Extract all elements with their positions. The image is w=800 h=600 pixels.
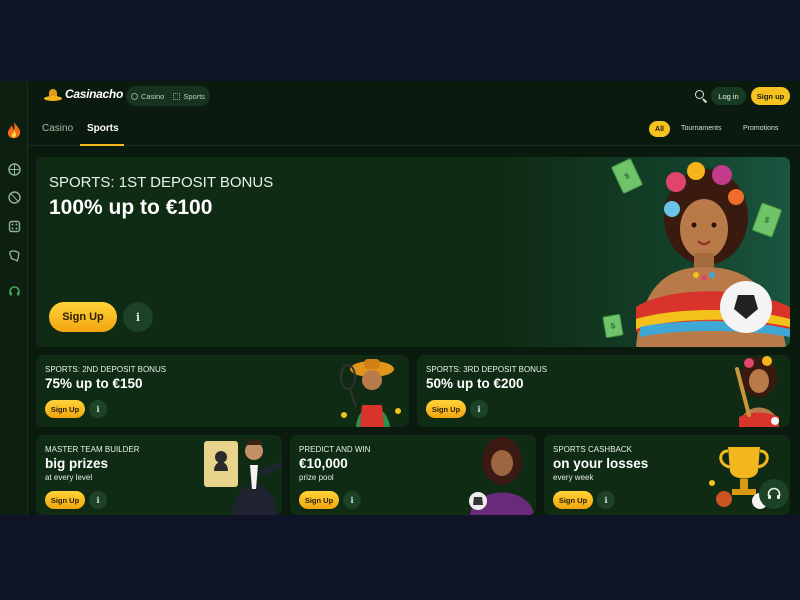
support-headset-icon[interactable] <box>4 281 24 301</box>
promo-card-cashback[interactable]: SPORTS CASHBACK on your losses every wee… <box>544 435 790 515</box>
basketball-icon[interactable] <box>4 187 24 207</box>
promo-headline: big prizes <box>45 456 109 471</box>
promo-kicker: PREDICT AND WIN <box>299 445 371 454</box>
promo-signup-button[interactable]: Sign Up <box>45 491 85 509</box>
promo-subline: at every level <box>45 473 93 482</box>
promo-info-button[interactable]: i <box>470 400 488 418</box>
promo-kicker: MASTER TEAM BUILDER <box>45 445 140 454</box>
tab-sports[interactable]: Sports <box>87 123 119 134</box>
section-tabs: Casino Sports All Tournaments Promotions <box>28 111 800 146</box>
promo-headline: 75% up to €150 <box>45 376 143 391</box>
hero-signup-button[interactable]: Sign Up <box>49 302 117 332</box>
hero-info-button[interactable]: i <box>123 302 153 332</box>
sombrero-icon <box>44 87 62 101</box>
promo-card-2nd-deposit[interactable]: SPORTS: 2ND DEPOSIT BONUS 75% up to €150… <box>36 355 409 427</box>
switch-sports[interactable]: Sports <box>173 92 205 101</box>
dice-icon[interactable] <box>4 216 24 236</box>
flame-icon[interactable] <box>4 121 24 141</box>
hero-headline: 100% up to €100 <box>49 196 213 219</box>
search-icon[interactable] <box>695 90 708 103</box>
promo-headline: on your losses <box>553 456 649 471</box>
support-chat-button[interactable] <box>759 479 789 509</box>
baseball-character-art <box>735 356 779 427</box>
promo-info-button[interactable]: i <box>343 491 361 509</box>
filter-all[interactable]: All <box>649 121 670 137</box>
promo-subline: prize pool <box>299 473 334 482</box>
promo-headline: 50% up to €200 <box>426 376 524 391</box>
brand-logo[interactable]: Casinacho <box>44 87 123 101</box>
brand-name: Casinacho <box>65 87 123 101</box>
promo-signup-button[interactable]: Sign Up <box>45 400 85 418</box>
tennis-character-art <box>340 359 401 427</box>
promo-headline: €10,000 <box>299 456 348 471</box>
product-switcher: Casino Sports <box>126 86 211 106</box>
promo-signup-button[interactable]: Sign Up <box>299 491 339 509</box>
manager-character-art <box>204 439 282 515</box>
left-rail: ☰ <box>0 81 28 515</box>
hero-banner[interactable]: SPORTS: 1ST DEPOSIT BONUS 100% up to €10… <box>36 157 790 347</box>
promo-info-button[interactable]: i <box>89 491 107 509</box>
menu-icon[interactable]: ☰ <box>3 81 23 85</box>
tab-casino[interactable]: Casino <box>42 123 73 134</box>
promo-card-team-builder[interactable]: MASTER TEAM BUILDER big prizes at every … <box>36 435 282 515</box>
promo-info-button[interactable]: i <box>89 400 107 418</box>
promo-kicker: SPORTS: 3RD DEPOSIT BONUS <box>426 365 548 374</box>
filter-promotions[interactable]: Promotions <box>743 125 778 132</box>
hero-kicker: SPORTS: 1ST DEPOSIT BONUS <box>49 174 274 191</box>
chip-icon <box>131 92 138 100</box>
signup-button[interactable]: Sign up <box>751 87 790 105</box>
switch-casino[interactable]: Casino <box>131 92 164 101</box>
hero-illustration <box>596 157 790 347</box>
promo-card-predict-win[interactable]: PREDICT AND WIN €10,000 prize pool Sign … <box>290 435 536 515</box>
promo-kicker: SPORTS CASHBACK <box>553 445 632 454</box>
predictor-character-art <box>469 437 534 515</box>
promo-card-3rd-deposit[interactable]: SPORTS: 3RD DEPOSIT BONUS 50% up to €200… <box>417 355 790 427</box>
switch-sports-label: Sports <box>183 91 206 101</box>
switch-casino-label: Casino <box>141 91 165 101</box>
soccer-icon[interactable] <box>4 159 24 179</box>
promo-info-button[interactable]: i <box>597 491 615 509</box>
top-bar: Casinacho Casino Sports Log in Sign up <box>28 81 800 111</box>
woman-character-art <box>636 162 790 347</box>
headset-icon <box>767 487 781 499</box>
promo-signup-button[interactable]: Sign Up <box>426 400 466 418</box>
sports-grid-icon <box>173 92 181 100</box>
active-tab-indicator <box>80 144 124 146</box>
promo-kicker: SPORTS: 2ND DEPOSIT BONUS <box>45 365 167 374</box>
map-icon[interactable] <box>4 245 24 265</box>
login-button[interactable]: Log in <box>711 87 746 105</box>
filter-tournaments[interactable]: Tournaments <box>681 125 721 132</box>
promo-subline: every week <box>553 473 594 482</box>
promo-signup-button[interactable]: Sign Up <box>553 491 593 509</box>
app-window: ☰ Casinacho Casino <box>0 81 800 515</box>
